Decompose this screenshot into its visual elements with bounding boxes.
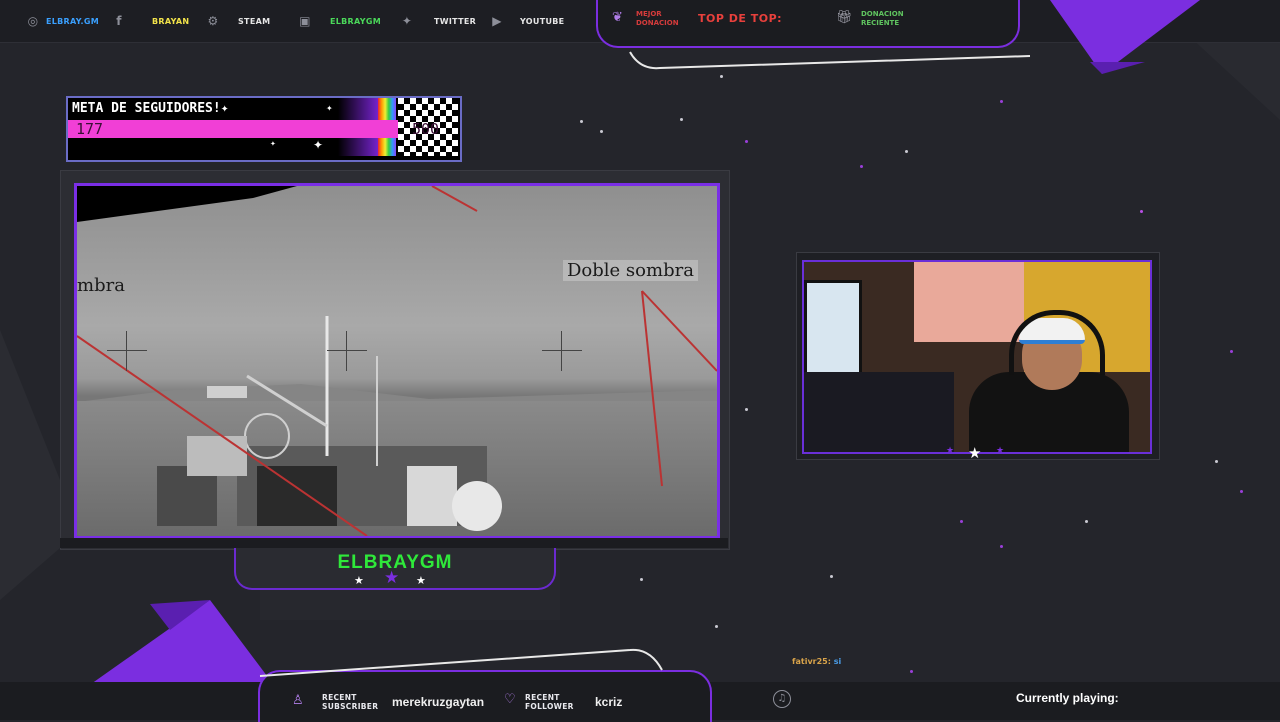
- recent-follower-name: kcriz: [595, 695, 623, 709]
- sparkle-icon: ✦: [313, 138, 324, 152]
- crosshair: [542, 331, 582, 371]
- social-label: TWITTER: [434, 16, 477, 26]
- frame-bottom-edge: [60, 538, 728, 548]
- bottom-plate-line: [259, 648, 663, 677]
- star-icon: ★: [384, 568, 400, 588]
- twitter-icon: ✦: [401, 14, 413, 28]
- follower-goal: META DE SEGUIDORES!✦ ✦ 177 500 ✦ ✦: [66, 96, 462, 162]
- recent-subscriber-label-2: SUBSCRIBER: [322, 702, 379, 711]
- steam-icon: ⚙: [207, 14, 219, 28]
- facebook-icon: f: [116, 14, 122, 28]
- goal-title: META DE SEGUIDORES!✦: [72, 101, 229, 116]
- channel-name-plate: ELBRAYGM ★ ★ ★: [234, 548, 556, 590]
- recent-follower-label-1: RECENT: [525, 693, 560, 702]
- social-facebook[interactable]: f BRAYAN: [112, 10, 189, 32]
- goal-target: 500: [412, 120, 440, 138]
- currently-playing-label: Currently playing:: [1016, 691, 1119, 705]
- star-icon: ★: [996, 446, 1005, 456]
- main-screen: mbra Doble sombra: [74, 183, 720, 539]
- social-twitch[interactable]: ▣ ELBRAYGM: [298, 10, 381, 32]
- best-donation-label-2: DONACION: [636, 19, 679, 27]
- social-label: YOUTUBE: [520, 16, 565, 26]
- recent-donation-label-2: RECIENTE: [861, 19, 900, 27]
- social-label: ELBRAY.GM: [46, 16, 99, 26]
- desk: [804, 372, 954, 452]
- star-icon: ★: [416, 574, 426, 587]
- social-steam[interactable]: ⚙ STEAM: [206, 10, 270, 32]
- crosshair: [327, 331, 367, 371]
- caption-right: Doble sombra: [563, 260, 698, 281]
- plate-underline: [629, 51, 1031, 70]
- webcam-stars: ★ ★ ★: [946, 444, 1006, 464]
- recent-subscriber-label-1: RECENT: [322, 693, 357, 702]
- chat-user: fativr25:: [792, 657, 831, 666]
- music-note-icon: ♫: [773, 690, 791, 708]
- sparkle-icon: ✦: [270, 140, 276, 148]
- best-donation-label-1: MEJOR: [636, 10, 662, 18]
- caption-left: mbra: [77, 275, 125, 296]
- gift-icon: 🎁︎: [836, 10, 853, 25]
- chat-message: si: [833, 657, 842, 666]
- social-label: STEAM: [238, 16, 271, 26]
- recent-subscriber-name: merekruzgaytan: [392, 695, 485, 709]
- sparkle-icon: ✦: [326, 104, 333, 113]
- social-twitter[interactable]: ✦ TWITTER: [400, 10, 476, 32]
- star-icon: ★: [354, 574, 364, 587]
- recent-donation-label-1: DONACION: [861, 10, 904, 18]
- recent-follower-label-2: FOLLOWER: [525, 702, 574, 711]
- twitch-icon: ▣: [299, 14, 311, 28]
- red-annotation-lines: [77, 186, 717, 536]
- curtain: [914, 262, 1024, 342]
- social-youtube[interactable]: ▶ YOUTUBE: [490, 10, 564, 32]
- social-label: BRAYAN: [152, 16, 190, 26]
- social-label: ELBRAYGM: [330, 16, 381, 26]
- webcam: [802, 260, 1152, 454]
- subscriber-icon: ♙: [292, 693, 304, 708]
- star-icon: ★: [968, 444, 982, 462]
- monitor: [804, 280, 862, 376]
- chat-line: fativr25: si: [792, 657, 841, 666]
- goal-progress-bar: [68, 120, 398, 138]
- youtube-icon: ▶: [492, 14, 502, 28]
- heart-icon: ♡: [504, 692, 516, 707]
- money-bag-icon: ❦: [612, 10, 623, 25]
- goal-current: 177: [76, 120, 104, 138]
- instagram-icon: ◎: [27, 14, 39, 28]
- social-instagram[interactable]: ◎ ELBRAY.GM: [26, 10, 99, 32]
- top-right-triangle: [1050, 0, 1200, 74]
- star-icon: ★: [946, 446, 955, 456]
- top-label: TOP DE TOP:: [698, 12, 783, 25]
- crosshair: [107, 331, 147, 371]
